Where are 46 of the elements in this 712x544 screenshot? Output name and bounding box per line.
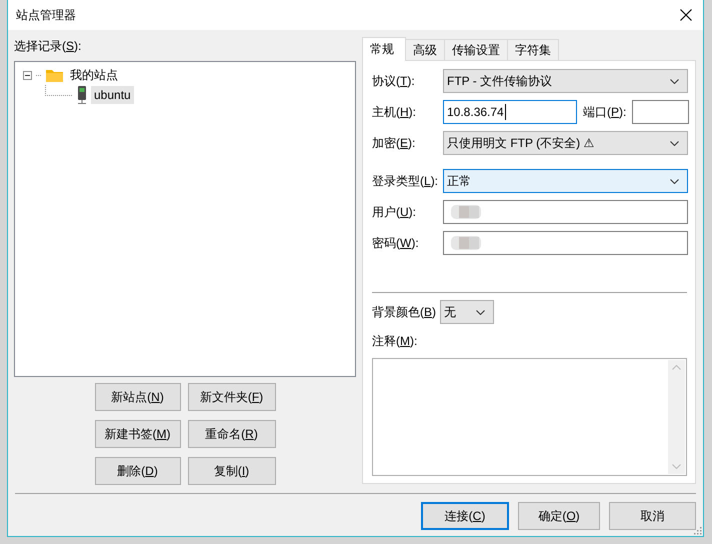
dropdown[interactable]: FTP - 文件传输协议 (443, 69, 688, 93)
button[interactable]: 取消 (609, 502, 696, 530)
dropdown[interactable]: 只使用明文 FTP (不安全) ⚠ (443, 131, 688, 155)
resize-grip-icon[interactable] (694, 527, 702, 535)
field-label: 协议(T): (372, 72, 416, 90)
button[interactable]: 重命名(R) (188, 420, 276, 448)
button[interactable]: 连接(C) (421, 502, 509, 530)
input-field[interactable] (632, 100, 690, 124)
tab[interactable]: 字符集 (507, 39, 559, 60)
scrollbar[interactable] (668, 360, 685, 474)
input-field[interactable]: 10.8.36.74 (443, 100, 577, 124)
scroll-down-icon (672, 464, 681, 469)
chevron-down-icon (670, 78, 679, 84)
input-field[interactable] (443, 231, 688, 255)
tree-item[interactable]: ubuntu (91, 86, 134, 104)
field-label: 加密(E): (372, 134, 416, 152)
field-label: 密码(W): (372, 234, 420, 252)
field-label: 背景颜色(B) (372, 304, 436, 320)
field-label: 端口(P): (583, 104, 626, 120)
button[interactable]: 新站点(N) (94, 383, 180, 411)
tab[interactable]: 常规 (362, 37, 406, 61)
scroll-up-icon (672, 365, 681, 370)
button[interactable]: 确定(O) (518, 502, 600, 530)
comment-field[interactable] (372, 358, 687, 476)
field-label: 主机(H): (372, 104, 418, 120)
field-label: 用户(U): (372, 204, 418, 220)
chevron-down-icon (670, 140, 679, 146)
chevron-down-icon (476, 310, 486, 314)
section-label: 选择记录(S): (14, 38, 82, 55)
chevron-down-icon (670, 178, 679, 184)
field-label: 注释(M): (372, 333, 418, 350)
button[interactable]: 新文件夹(F) (188, 383, 276, 411)
dropdown[interactable]: 无 (440, 300, 494, 324)
folder-icon (46, 68, 63, 82)
collapse-icon[interactable] (23, 70, 32, 80)
button[interactable]: 删除(D) (94, 457, 180, 485)
close-icon[interactable] (680, 9, 692, 21)
button[interactable]: 新建书签(M) (94, 420, 180, 448)
computer-icon (77, 86, 87, 104)
dropdown[interactable]: 正常 (443, 169, 688, 193)
button[interactable]: 复制(I) (188, 457, 276, 485)
field-label: 登录类型(L): (372, 172, 440, 190)
tree-line (45, 85, 73, 96)
tree-item[interactable]: 我的站点 (67, 66, 121, 84)
window-title: 站点管理器 (16, 6, 76, 24)
input-field[interactable] (443, 200, 688, 224)
